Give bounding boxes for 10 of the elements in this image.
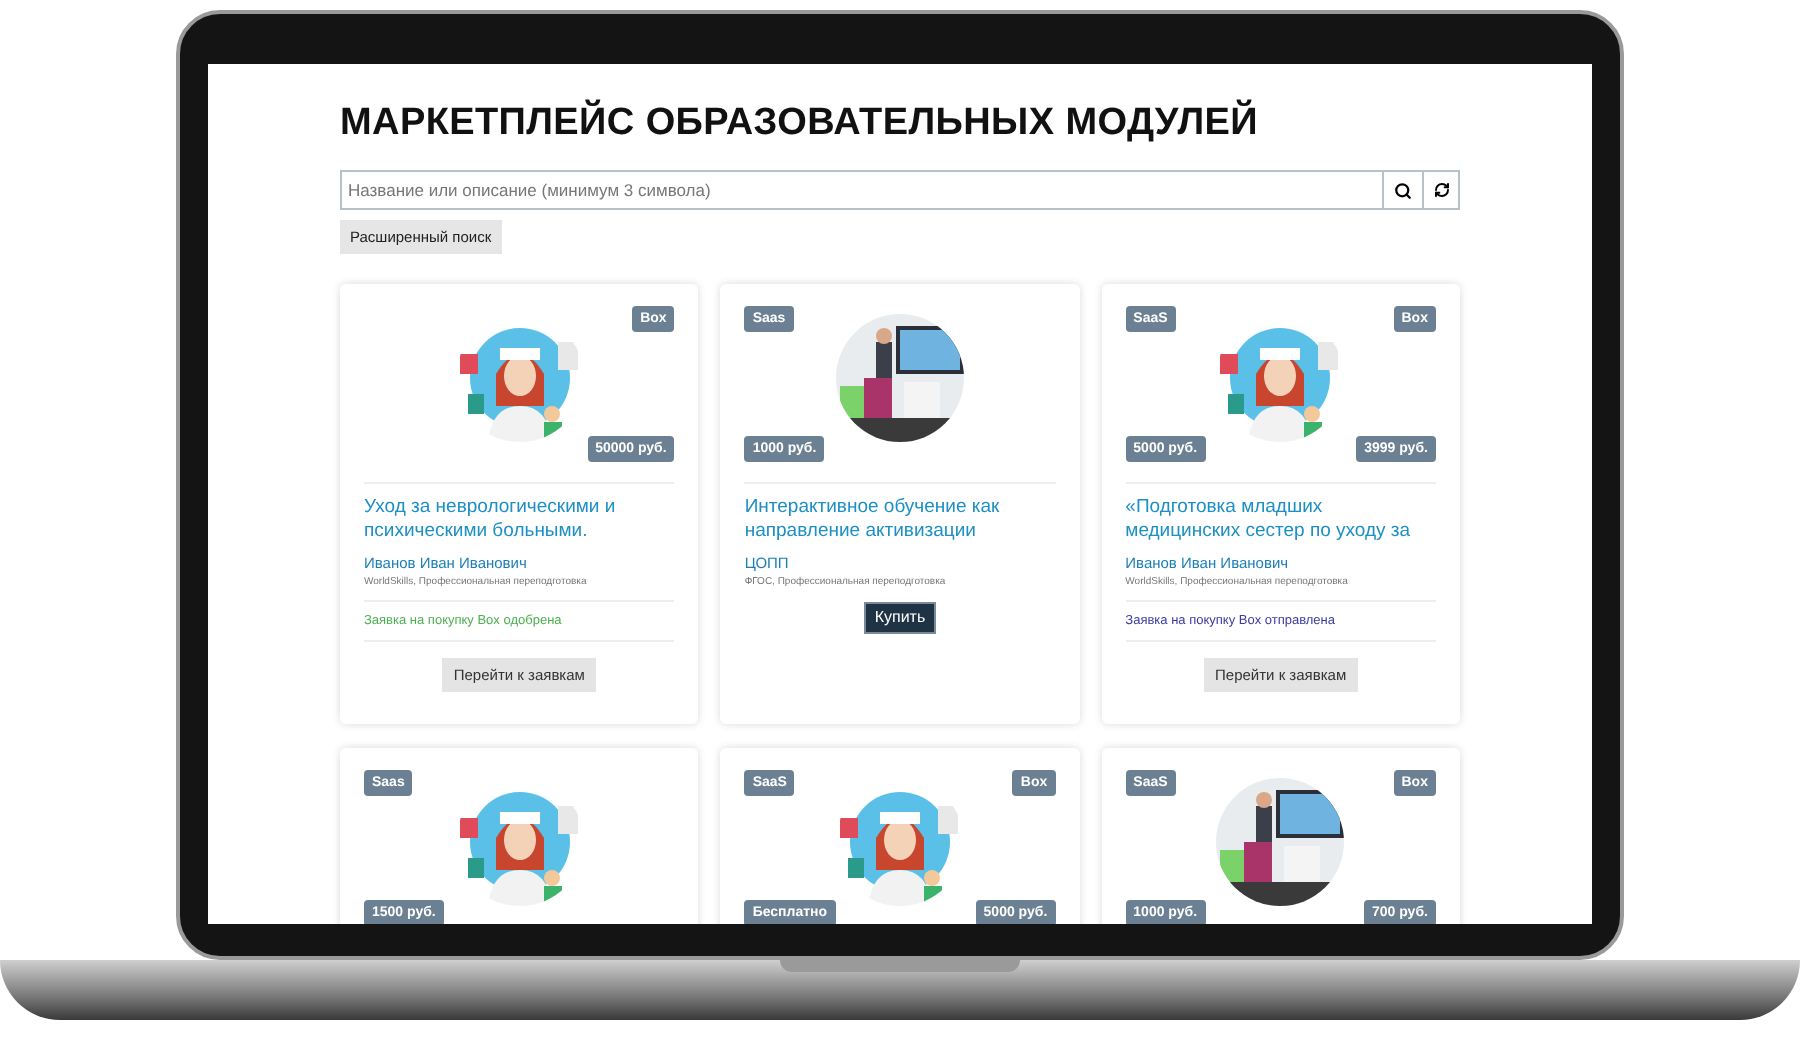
module-title[interactable]: «Подготовка младших медицинских сестер по уходу за: [1125, 496, 1436, 544]
search-field[interactable]: Название или описание (минимум 3 символа): [340, 170, 1384, 210]
buy-button[interactable]: Купить: [864, 602, 936, 634]
module-title[interactable]: Уход за неврологическими и психическими больными.: [364, 496, 675, 544]
page-title: МАРКЕТПЛЕЙС ОБРАЗОВАТЕЛЬНЫХ МОДУЛЕЙ: [340, 102, 1260, 146]
search-icon: [1394, 181, 1412, 199]
refresh-icon: [1433, 182, 1449, 198]
refresh-button[interactable]: [1422, 170, 1460, 210]
search-button[interactable]: [1384, 170, 1422, 210]
module-title[interactable]: Интерактивное обучение как направление активизации: [744, 496, 1056, 544]
